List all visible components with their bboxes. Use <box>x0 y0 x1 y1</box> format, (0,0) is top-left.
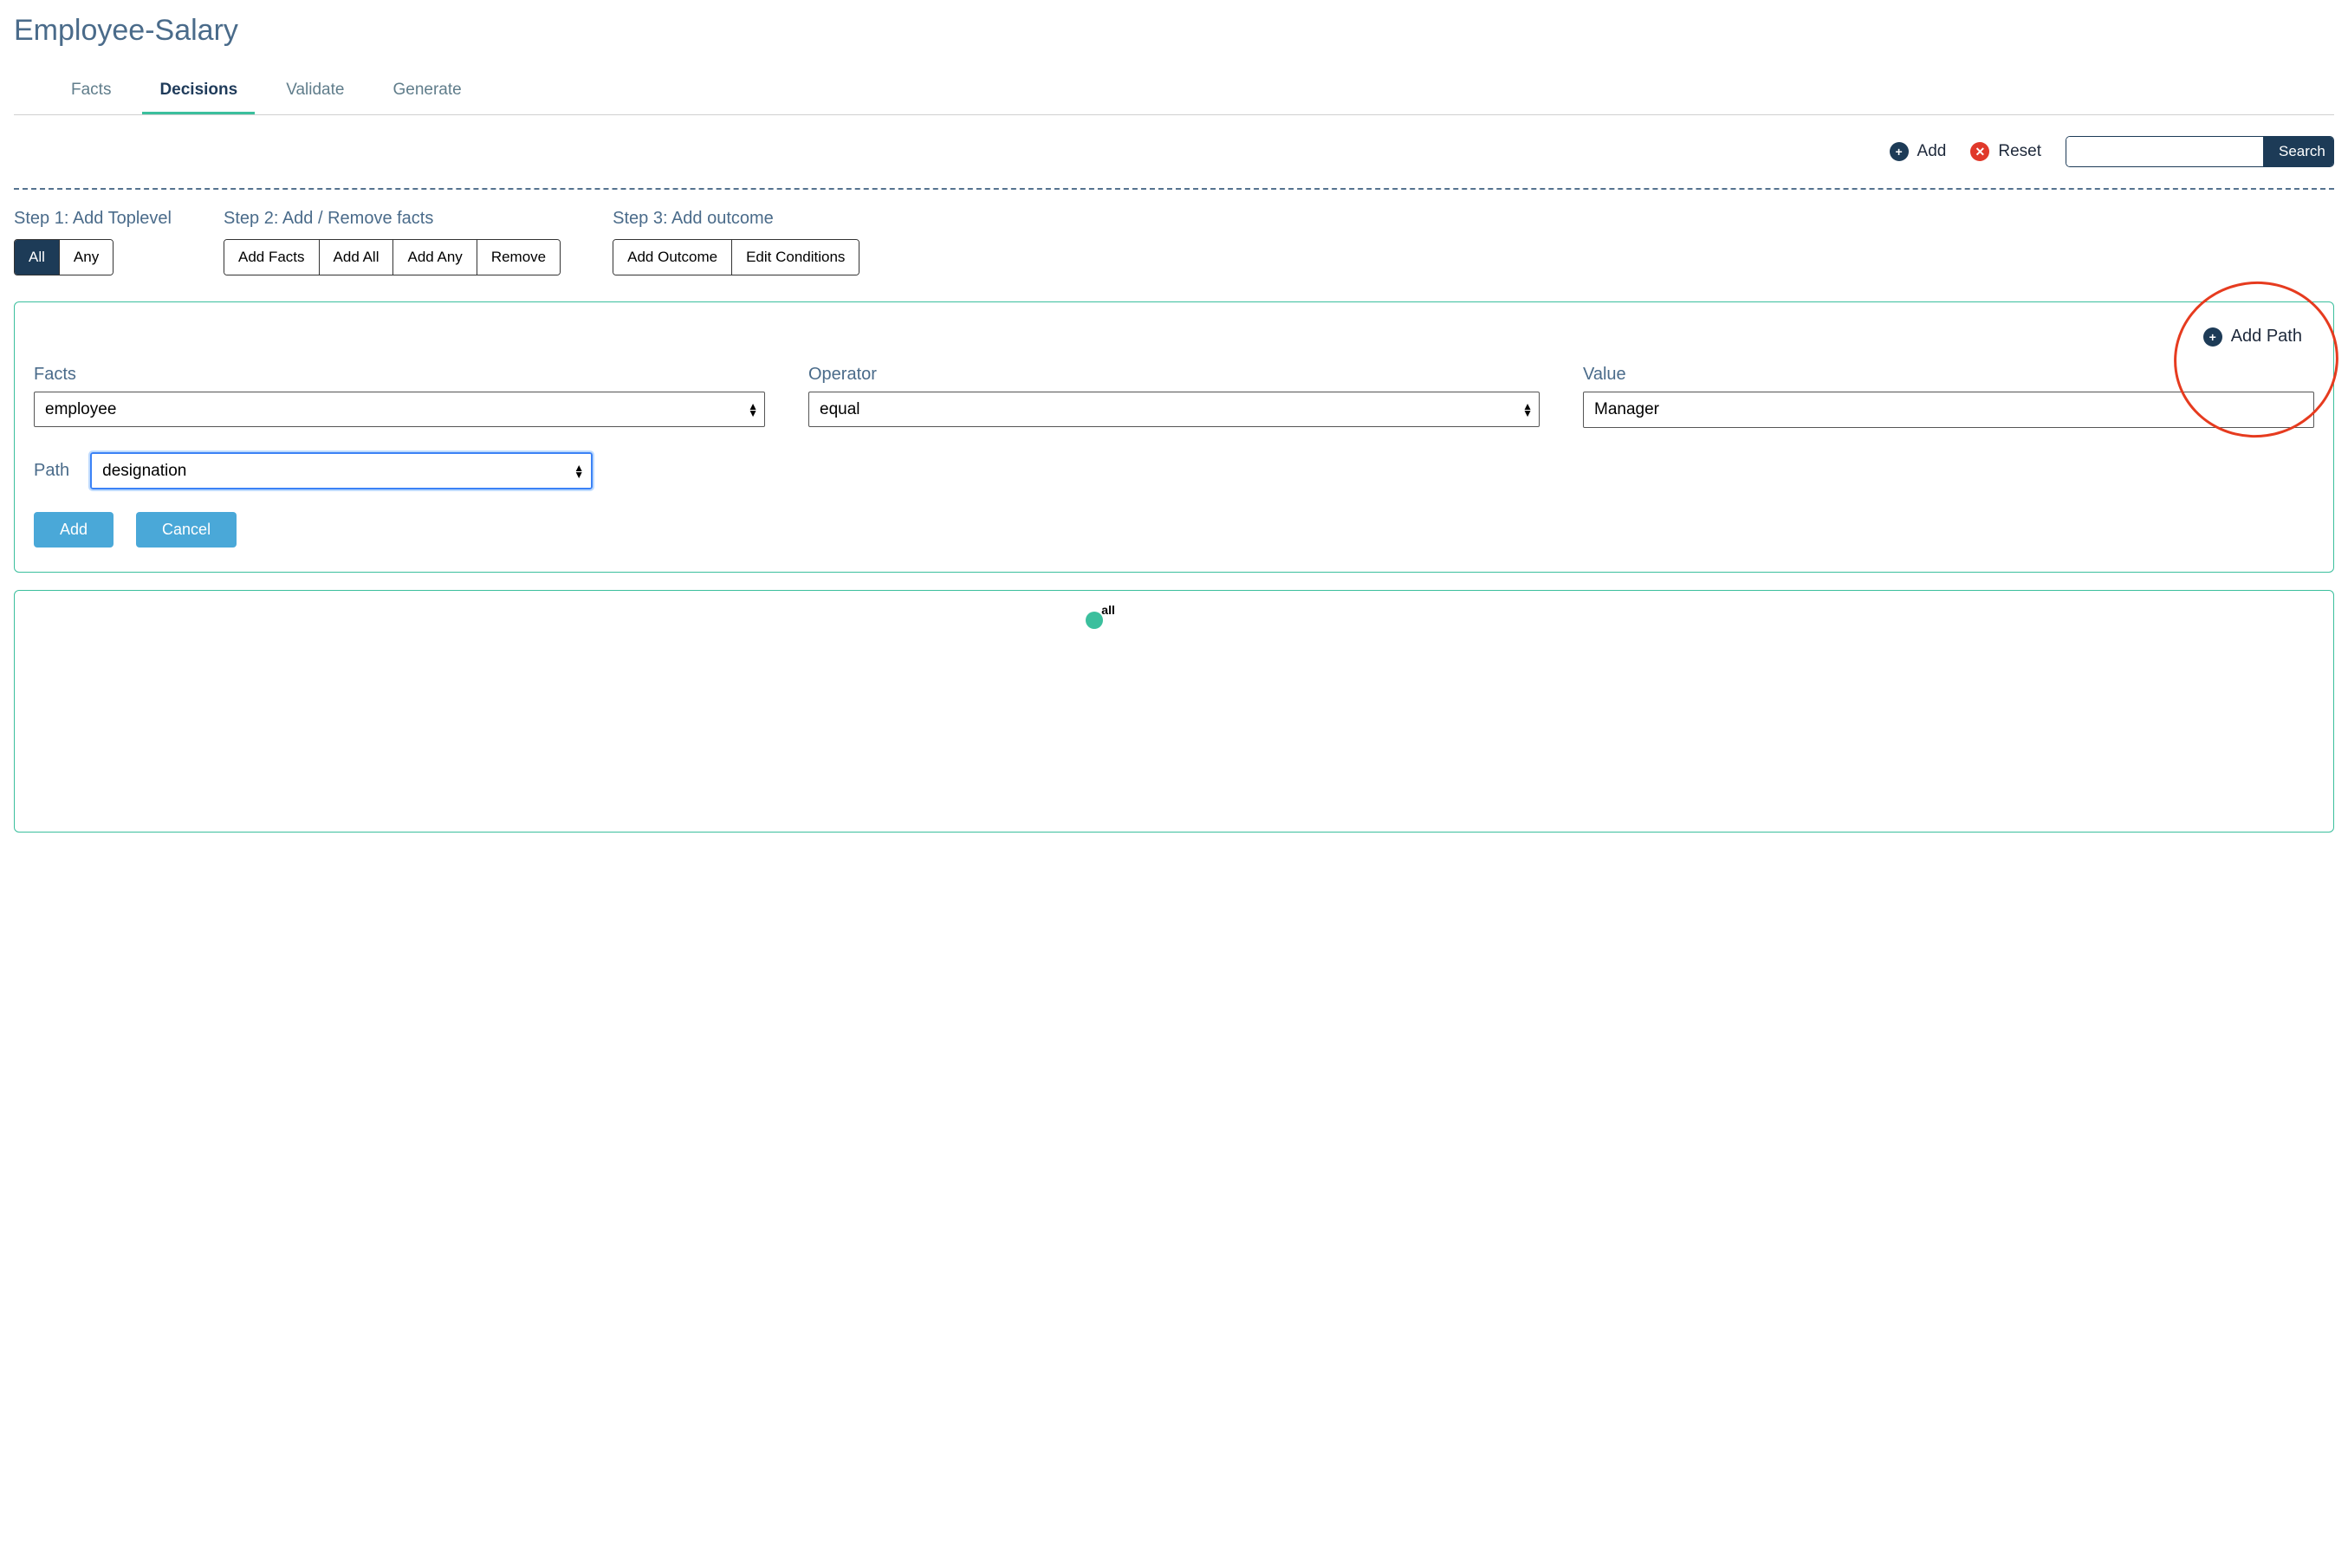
search-input[interactable] <box>2066 137 2263 166</box>
operator-select[interactable]: equal <box>808 392 1540 427</box>
search-box: Search <box>2066 136 2334 167</box>
step-3: Step 3: Add outcome Add Outcome Edit Con… <box>613 209 859 275</box>
tab-generate[interactable]: Generate <box>375 72 478 114</box>
value-input[interactable] <box>1583 392 2314 428</box>
search-button[interactable]: Search <box>2263 137 2334 166</box>
page-title: Employee-Salary <box>14 14 2334 48</box>
steps-row: Step 1: Add Toplevel All Any Step 2: Add… <box>14 209 2334 275</box>
close-icon: ✕ <box>1970 142 1989 161</box>
add-all-button[interactable]: Add All <box>319 240 393 275</box>
outcome-group: Add Outcome Edit Conditions <box>613 239 859 275</box>
add-label: Add <box>1917 142 1947 161</box>
add-path-link[interactable]: + Add Path <box>2203 327 2302 347</box>
plus-icon: + <box>1890 142 1909 161</box>
toolbar: + Add ✕ Reset Search <box>14 115 2334 183</box>
facts-field: Facts employee ▲▼ <box>34 365 765 428</box>
value-label: Value <box>1583 365 2314 385</box>
graph-root-node[interactable]: all <box>1086 612 1115 629</box>
tab-validate[interactable]: Validate <box>269 72 361 114</box>
add-facts-button[interactable]: Add Facts <box>224 240 319 275</box>
step-1: Step 1: Add Toplevel All Any <box>14 209 172 275</box>
remove-button[interactable]: Remove <box>477 240 560 275</box>
step-2-label: Step 2: Add / Remove facts <box>224 209 561 229</box>
graph-panel: all <box>14 590 2334 833</box>
facts-label: Facts <box>34 365 765 385</box>
node-label: all <box>1101 603 1115 617</box>
add-outcome-button[interactable]: Add Outcome <box>613 240 731 275</box>
add-link[interactable]: + Add <box>1890 142 1947 161</box>
plus-icon: + <box>2203 327 2222 347</box>
tab-facts[interactable]: Facts <box>54 72 128 114</box>
tab-decisions[interactable]: Decisions <box>142 72 255 114</box>
operator-field: Operator equal ▲▼ <box>808 365 1540 428</box>
reset-label: Reset <box>1998 142 2041 161</box>
path-row: Path designation ▲▼ <box>34 452 2314 489</box>
path-select[interactable]: designation <box>92 454 591 488</box>
reset-link[interactable]: ✕ Reset <box>1970 142 2041 161</box>
tabs: Facts Decisions Validate Generate <box>14 72 2334 115</box>
add-button[interactable]: Add <box>34 512 114 548</box>
value-field: Value <box>1583 365 2314 428</box>
node-dot-icon <box>1086 612 1103 629</box>
operator-label: Operator <box>808 365 1540 385</box>
editor-actions: Add Cancel <box>34 512 2314 548</box>
toplevel-all-button[interactable]: All <box>15 240 59 275</box>
edit-conditions-button[interactable]: Edit Conditions <box>731 240 859 275</box>
divider <box>14 188 2334 190</box>
add-path-label: Add Path <box>2231 327 2302 347</box>
facts-select[interactable]: employee <box>34 392 765 427</box>
condition-editor: + Add Path Facts employee ▲▼ Operator eq… <box>14 301 2334 573</box>
step-3-label: Step 3: Add outcome <box>613 209 859 229</box>
toplevel-any-button[interactable]: Any <box>59 240 113 275</box>
add-any-button[interactable]: Add Any <box>392 240 476 275</box>
toplevel-group: All Any <box>14 239 114 275</box>
cancel-button[interactable]: Cancel <box>136 512 237 548</box>
step-2: Step 2: Add / Remove facts Add Facts Add… <box>224 209 561 275</box>
step-1-label: Step 1: Add Toplevel <box>14 209 172 229</box>
facts-group: Add Facts Add All Add Any Remove <box>224 239 561 275</box>
path-label: Path <box>34 461 69 481</box>
